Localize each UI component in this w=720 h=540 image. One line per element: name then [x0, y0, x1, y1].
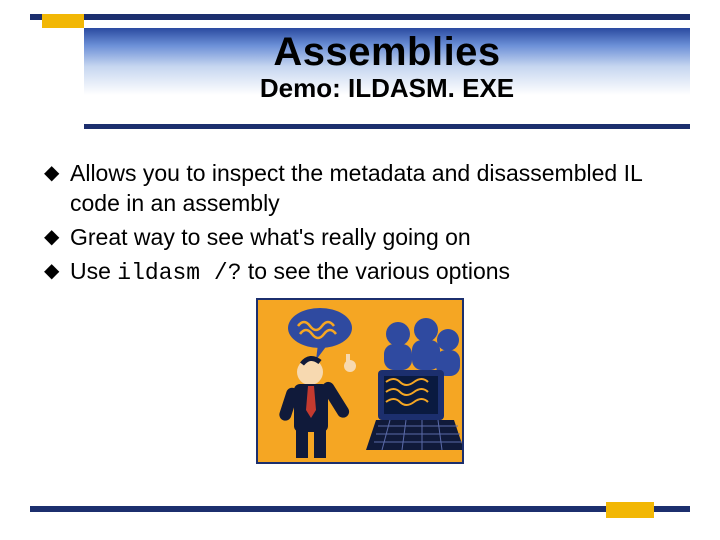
bullet-prefix: Use [70, 258, 117, 284]
bullet-icon: ◆ [42, 158, 70, 188]
title-block: Assemblies Demo: ILDASM. EXE [84, 28, 690, 124]
bullet-icon: ◆ [42, 256, 70, 286]
list-item: ◆ Use ildasm /? to see the various optio… [42, 256, 680, 288]
bullet-text: Great way to see what's really going on [70, 222, 471, 252]
bullet-list: ◆ Allows you to inspect the metadata and… [42, 158, 680, 292]
bullet-code: ildasm /? [117, 260, 241, 286]
bottom-accent-block [606, 502, 654, 518]
bullet-suffix: to see the various options [242, 258, 511, 284]
top-accent-block [42, 14, 84, 28]
bullet-icon: ◆ [42, 222, 70, 252]
bullet-text: Allows you to inspect the metadata and d… [70, 158, 680, 218]
list-item: ◆ Great way to see what's really going o… [42, 222, 680, 252]
slide-subtitle: Demo: ILDASM. EXE [84, 73, 690, 104]
top-rule [30, 14, 690, 20]
title-underline [84, 124, 690, 129]
presenter-clipart-icon [258, 300, 464, 464]
slide-title: Assemblies [84, 28, 690, 75]
bottom-rule [30, 506, 690, 512]
bullet-text: Use ildasm /? to see the various options [70, 256, 510, 288]
list-item: ◆ Allows you to inspect the metadata and… [42, 158, 680, 218]
presenter-illustration [256, 298, 464, 464]
